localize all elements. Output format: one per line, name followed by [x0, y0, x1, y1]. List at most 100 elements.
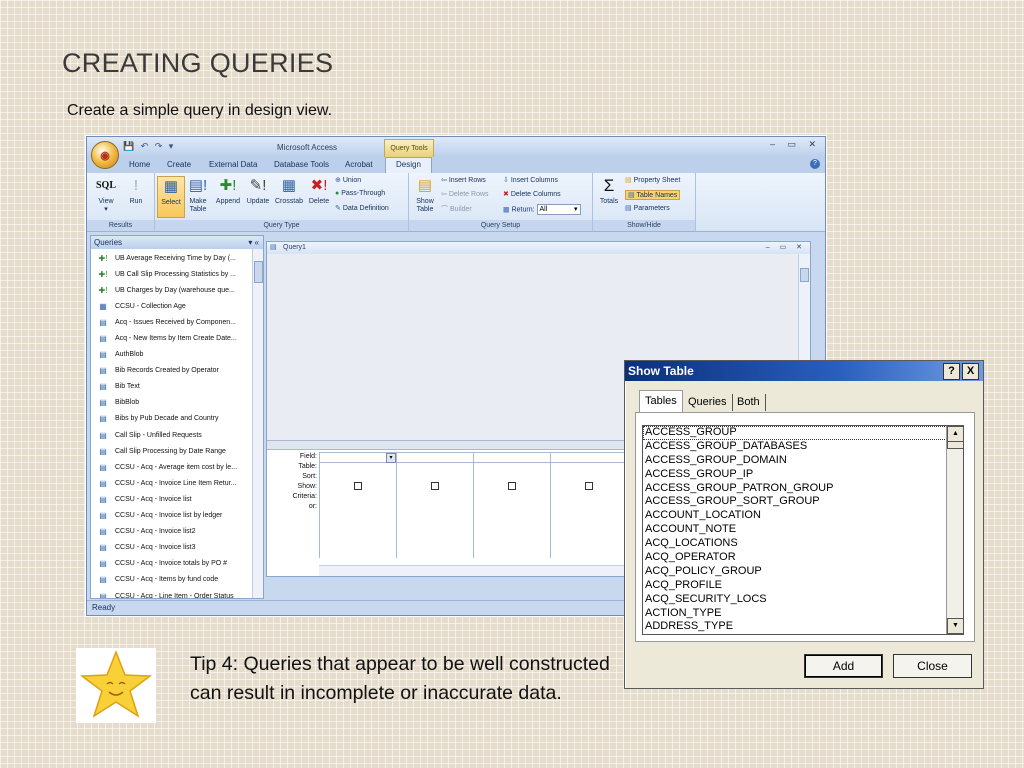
scroll-down-arrow-icon[interactable]: ▼: [947, 618, 963, 634]
parameters-button[interactable]: ▤ Parameters: [625, 204, 670, 212]
group-show-hide: Σ Totals ▤ Property Sheet ▤ Table Names …: [593, 173, 696, 231]
quick-access-toolbar[interactable]: 💾 ↶ ↷ ▾: [123, 141, 175, 152]
field-dropdown-icon[interactable]: ▾: [386, 453, 396, 463]
grid-column[interactable]: ▾: [320, 453, 397, 558]
field-cell[interactable]: [474, 453, 550, 463]
show-checkbox[interactable]: [508, 482, 516, 490]
grid-column[interactable]: [397, 453, 474, 558]
pass-through-button[interactable]: ● Pass-Through: [335, 190, 385, 197]
table-list-item[interactable]: ACCESS_GROUP_PATRON_GROUP: [643, 482, 963, 496]
add-button[interactable]: Add: [804, 654, 883, 678]
insert-rows-button[interactable]: ⇦ Insert Rows: [441, 176, 486, 184]
nav-item[interactable]: ▤ CCSU - Acq - Items by fund code: [91, 572, 263, 588]
totals-button[interactable]: Σ Totals: [595, 176, 623, 206]
nav-item[interactable]: ▤ BibBlob: [91, 395, 263, 411]
table-list-item[interactable]: ACCESS_GROUP: [643, 426, 963, 440]
make-table-button[interactable]: ▤! Make Table: [186, 176, 210, 214]
nav-item[interactable]: ▤ CCSU - Acq - Invoice Line Item Retur...: [91, 475, 263, 491]
nav-item[interactable]: ▤ CCSU - Acq - Invoice list: [91, 491, 263, 507]
append-button[interactable]: ✚! Append: [213, 176, 243, 206]
nav-scrollbar[interactable]: [252, 249, 263, 598]
table-list-item[interactable]: ACCESS_GROUP_SORT_GROUP: [643, 495, 963, 509]
select-query-button[interactable]: ▦ Select: [157, 176, 185, 218]
nav-item[interactable]: ▤ Bibs by Pub Decade and Country: [91, 411, 263, 427]
tab-queries[interactable]: Queries: [683, 394, 733, 411]
table-list-item[interactable]: ACTION_TYPE: [643, 607, 963, 621]
tab-external-data[interactable]: External Data: [209, 160, 257, 169]
table-list-item[interactable]: ACCESS_GROUP_IP: [643, 468, 963, 482]
tables-scrollbar[interactable]: ▲ ▼: [946, 426, 963, 634]
show-checkbox[interactable]: [585, 482, 593, 490]
nav-item[interactable]: ▤ Call Slip - Unfilled Requests: [91, 427, 263, 443]
table-list-item[interactable]: ACCOUNT_NOTE: [643, 523, 963, 537]
tab-acrobat[interactable]: Acrobat: [345, 160, 373, 169]
view-button[interactable]: SQL View ▾: [92, 176, 120, 214]
nav-pane-header[interactable]: Queries ▾ «: [91, 236, 263, 249]
dialog-close-icon[interactable]: X: [962, 363, 979, 380]
table-list-item[interactable]: ACQ_PROFILE: [643, 579, 963, 593]
table-list-item[interactable]: ACCOUNT_LOCATION: [643, 509, 963, 523]
nav-item[interactable]: ▤ CCSU - Acq - Invoice list2: [91, 524, 263, 540]
nav-item[interactable]: ✚! UB Average Receiving Time by Day (...: [91, 250, 263, 266]
close-button[interactable]: Close: [893, 654, 972, 678]
delete-columns-button[interactable]: ✖ Delete Columns: [503, 190, 561, 198]
nav-item[interactable]: ▤ Call Slip Processing by Date Range: [91, 443, 263, 459]
tables-listbox[interactable]: ACCESS_GROUP ACCESS_GROUP_DATABASES ACCESS…: [642, 425, 964, 635]
dialog-help-button[interactable]: ?: [943, 363, 960, 380]
tables-scroll-thumb[interactable]: [947, 441, 963, 449]
tab-both[interactable]: Both: [732, 394, 766, 411]
scroll-up-arrow-icon[interactable]: ▲: [947, 426, 963, 442]
table-list-item[interactable]: ACQ_OPERATOR: [643, 551, 963, 565]
table-list-item[interactable]: ACQ_LOCATIONS: [643, 537, 963, 551]
union-button[interactable]: ⊕ Union: [335, 176, 361, 184]
show-checkbox[interactable]: [431, 482, 439, 490]
field-cell[interactable]: [397, 453, 473, 463]
crosstab-button[interactable]: ▦ Crosstab: [273, 176, 305, 206]
nav-item[interactable]: ▤ Acq - New Items by Item Create Date...: [91, 330, 263, 346]
table-list-item[interactable]: ACCESS_GROUP_DOMAIN: [643, 454, 963, 468]
data-definition-button[interactable]: ✎ Data Definition: [335, 204, 389, 212]
tab-tables[interactable]: Tables: [639, 390, 683, 412]
nav-item[interactable]: ▤ CCSU - Acq - Invoice totals by PO #: [91, 556, 263, 572]
builder-button[interactable]: ⌒ Builder: [441, 204, 472, 214]
help-icon[interactable]: ?: [810, 159, 820, 169]
window-controls[interactable]: – ▭ ✕: [770, 139, 821, 150]
grid-column[interactable]: [474, 453, 551, 558]
table-list-item[interactable]: ACQ_POLICY_GROUP: [643, 565, 963, 579]
office-button[interactable]: ◉: [91, 141, 119, 169]
update-button[interactable]: ✎! Update: [244, 176, 272, 206]
tab-database-tools[interactable]: Database Tools: [274, 160, 329, 169]
table-list-item[interactable]: ADDRESS_TYPE: [643, 620, 963, 634]
nav-item[interactable]: ✚! UB Charges by Day (warehouse que...: [91, 282, 263, 298]
nav-pane-chevron-icon[interactable]: ▾ «: [248, 236, 259, 249]
nav-item[interactable]: ▦ CCSU - Collection Age: [91, 298, 263, 314]
field-cell[interactable]: [551, 453, 627, 463]
nav-item[interactable]: ▤ Acq - Issues Received by Componen...: [91, 314, 263, 330]
nav-item[interactable]: ▤ CCSU - Acq - Invoice list3: [91, 540, 263, 556]
nav-scroll-thumb[interactable]: [254, 261, 263, 283]
show-table-button[interactable]: ▤ Show Table: [412, 176, 438, 214]
nav-item[interactable]: ▤ AuthBlob: [91, 347, 263, 363]
nav-item[interactable]: ✚! UB Call Slip Processing Statistics by …: [91, 266, 263, 282]
query-window-controls[interactable]: – ▭ ✕: [766, 242, 806, 254]
grid-column[interactable]: [551, 453, 628, 558]
nav-item[interactable]: ▤ Bib Text: [91, 379, 263, 395]
table-list-item[interactable]: ACQ_SECURITY_LOCS: [643, 593, 963, 607]
show-checkbox[interactable]: [354, 482, 362, 490]
table-pane-scroll-thumb[interactable]: [800, 268, 809, 282]
table-names-button[interactable]: ▤ Table Names: [625, 190, 681, 200]
nav-item[interactable]: ▤ CCSU - Acq - Invoice list by ledger: [91, 508, 263, 524]
delete-rows-button[interactable]: ⇦ Delete Rows: [441, 190, 489, 198]
property-sheet-button[interactable]: ▤ Property Sheet: [625, 176, 680, 184]
return-select[interactable]: All ▾: [536, 204, 581, 215]
run-button[interactable]: ! Run: [124, 176, 148, 206]
delete-query-button[interactable]: ✖! Delete: [306, 176, 332, 206]
table-list-item[interactable]: ACCESS_GROUP_DATABASES: [643, 440, 963, 454]
tab-home[interactable]: Home: [129, 160, 150, 169]
nav-item[interactable]: ▤ Bib Records Created by Operator: [91, 363, 263, 379]
nav-item[interactable]: ▤ CCSU - Acq - Average item cost by le...: [91, 459, 263, 475]
tab-create[interactable]: Create: [167, 160, 191, 169]
nav-item[interactable]: ▤ CCSU - Acq - Line Item - Order Status: [91, 588, 263, 598]
insert-columns-button[interactable]: ⇩ Insert Columns: [503, 176, 558, 184]
field-cell[interactable]: [320, 453, 396, 463]
